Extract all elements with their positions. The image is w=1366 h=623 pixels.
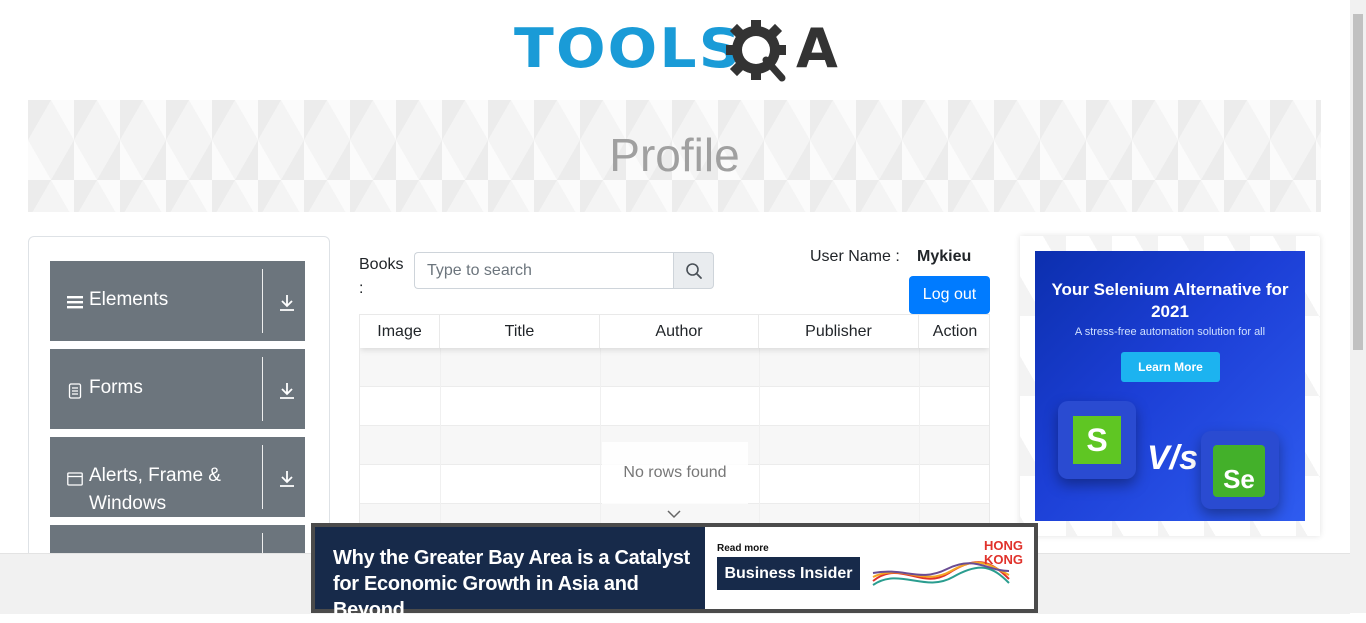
learn-more-button[interactable]: Learn More bbox=[1121, 352, 1220, 382]
sidebar-group-elements[interactable]: Elements bbox=[50, 261, 305, 341]
page-title: Profile bbox=[609, 129, 740, 181]
divider bbox=[262, 445, 263, 509]
toolsqa-logo[interactable]: TOOLS A bbox=[514, 14, 838, 92]
column-header-publisher[interactable]: Publisher bbox=[759, 315, 919, 348]
gear-magnifier-icon bbox=[726, 20, 786, 82]
read-more-link[interactable]: Read more bbox=[717, 543, 769, 554]
logout-button[interactable]: Log out bbox=[909, 276, 990, 314]
katalon-logo-letter: S bbox=[1073, 416, 1121, 464]
column-header-image[interactable]: Image bbox=[360, 315, 440, 348]
books-label: Books : bbox=[359, 256, 404, 297]
sidebar-group-label: Alerts, Frame & Windows bbox=[89, 465, 221, 514]
divider bbox=[262, 357, 263, 421]
download-arrow-icon[interactable] bbox=[278, 382, 296, 400]
scrollbar-thumb[interactable] bbox=[1353, 14, 1363, 350]
sidebar-group-label: Forms bbox=[89, 377, 143, 398]
search-icon bbox=[685, 262, 702, 279]
logo-text-tools: TOOLS bbox=[514, 17, 743, 80]
column-header-title[interactable]: Title bbox=[440, 315, 600, 348]
business-insider-logo: Business Insider bbox=[717, 557, 860, 590]
table-row bbox=[360, 348, 989, 387]
table-header: Image Title Author Publisher Action bbox=[360, 315, 989, 348]
hamburger-icon bbox=[67, 296, 83, 309]
column-header-action[interactable]: Action bbox=[919, 315, 989, 348]
ad-headline: Your Selenium Alternative for 2021 bbox=[1051, 280, 1289, 321]
page-banner: Profile bbox=[28, 100, 1321, 212]
katalon-logo: S bbox=[1058, 401, 1136, 479]
selenium-logo: Se bbox=[1201, 431, 1279, 509]
download-arrow-icon[interactable] bbox=[278, 470, 296, 488]
sidebar-group-forms[interactable]: Forms bbox=[50, 349, 305, 429]
search-button[interactable] bbox=[673, 252, 714, 289]
search-box bbox=[414, 252, 714, 289]
page-scrollbar[interactable] bbox=[1350, 0, 1366, 613]
user-name-label: User Name : bbox=[810, 248, 900, 265]
sidebar-group-alerts[interactable]: Alerts, Frame & Windows bbox=[50, 437, 305, 517]
versus-text: V/s bbox=[1147, 439, 1199, 477]
divider bbox=[262, 269, 263, 333]
download-arrow-icon[interactable] bbox=[278, 294, 296, 312]
selenium-logo-letters: Se bbox=[1213, 445, 1265, 497]
sidebar-accordion: Elements Forms Alerts, Frame & Windows bbox=[28, 236, 330, 568]
no-rows-message: No rows found bbox=[602, 442, 748, 504]
table-row bbox=[360, 387, 989, 426]
bottom-ad-left: Why the Greater Bay Area is a Catalyst f… bbox=[315, 527, 705, 621]
bottom-ad-headline: Why the Greater Bay Area is a Catalyst f… bbox=[333, 547, 690, 621]
document-icon bbox=[68, 383, 82, 399]
search-input[interactable] bbox=[414, 252, 673, 289]
bottom-ad-banner[interactable]: Why the Greater Bay Area is a Catalyst f… bbox=[311, 523, 1038, 621]
bottom-ad-right: Read more Business Insider HONG KONG bbox=[705, 527, 1034, 609]
window-icon bbox=[67, 472, 83, 486]
sidebar-group-label: Elements bbox=[89, 289, 169, 310]
user-name-value: Mykieu bbox=[917, 248, 972, 265]
chevron-down-icon[interactable] bbox=[666, 509, 682, 519]
right-ad-banner[interactable]: Your Selenium Alternative for 2021 A str… bbox=[1035, 251, 1305, 521]
hong-kong-logo-text: HONG KONG bbox=[984, 538, 1023, 567]
logo-text-a: A bbox=[796, 17, 838, 80]
column-header-author[interactable]: Author bbox=[600, 315, 759, 348]
ad-subtext: A stress-free automation solution for al… bbox=[1074, 326, 1266, 338]
books-table: Image Title Author Publisher Action No r… bbox=[359, 314, 990, 554]
